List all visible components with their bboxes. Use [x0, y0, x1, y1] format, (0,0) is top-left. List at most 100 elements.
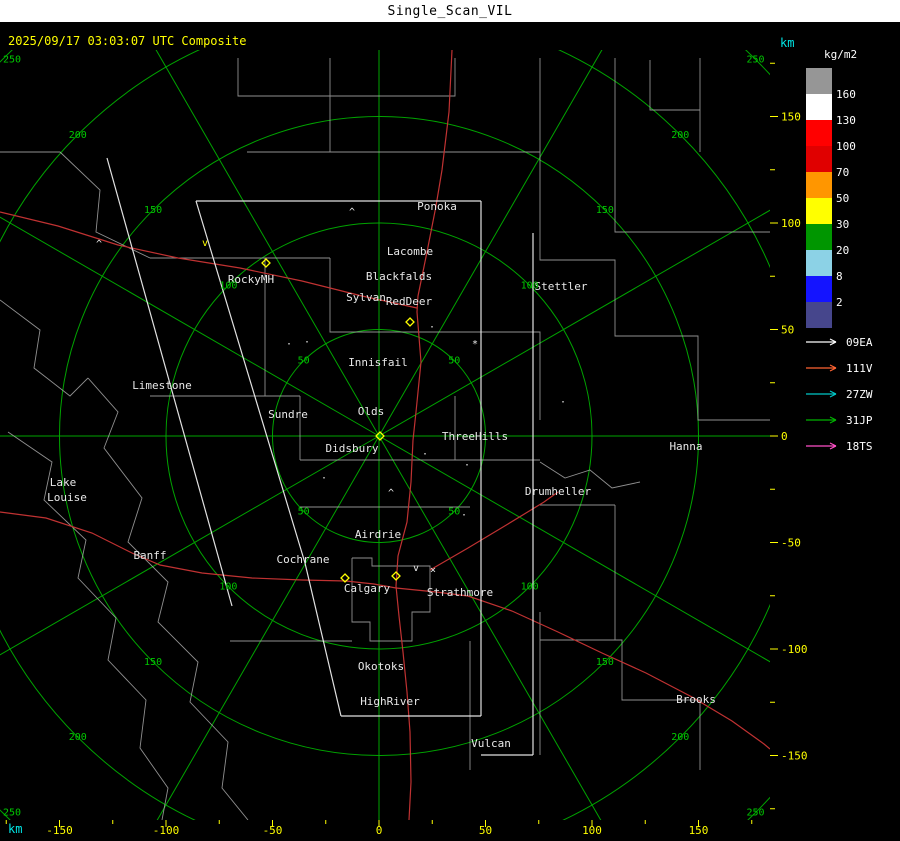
poi-symbol: ·	[321, 473, 327, 484]
radial-line	[378, 435, 602, 820]
ring-distance-label: 100	[521, 280, 539, 291]
ring-distance-label: 100	[219, 582, 237, 593]
site-marker-diamond	[261, 258, 271, 268]
county-boundary	[649, 60, 700, 111]
radial-line	[378, 435, 770, 663]
scale-color-box	[806, 198, 832, 224]
county-boundary	[7, 431, 169, 820]
city-label: Cochrane	[277, 553, 330, 566]
scale-boundary-label: 8	[836, 270, 843, 283]
city-label: ThreeHills	[442, 430, 508, 443]
ring-distance-label: 150	[596, 657, 614, 668]
poi-symbol: ·	[560, 397, 566, 408]
city-label: Drumheller	[525, 485, 592, 498]
city-label: Calgary	[344, 582, 391, 595]
axis-label-right: 100	[781, 217, 801, 230]
city-label: Brooks	[676, 693, 716, 706]
scale-boundary-label: 100	[836, 140, 856, 153]
color-scale-unit: kg/m2	[824, 48, 858, 61]
poi-symbol: ·	[429, 322, 435, 333]
ring-distance-label: 200	[69, 732, 87, 743]
scale-color-box	[806, 224, 832, 250]
ring-distance-label: 150	[144, 657, 162, 668]
range-rings-layer	[0, 50, 770, 820]
ring-distance-label: 50	[448, 506, 460, 517]
poi-symbol: ·	[286, 339, 292, 350]
ring-distance-label: 150	[144, 205, 162, 216]
scale-color-box	[806, 302, 832, 328]
axis-label-bottom: 0	[376, 824, 383, 837]
axis-label-bottom: 150	[689, 824, 709, 837]
ring-distance-label: 250	[3, 54, 21, 65]
axis-label-bottom: 100	[582, 824, 602, 837]
city-label: Vulcan	[471, 737, 511, 750]
city-label: Louise	[47, 491, 87, 504]
city-label: Airdrie	[355, 528, 401, 541]
scale-boundary-label: 70	[836, 166, 849, 179]
scale-boundary-label: 2	[836, 296, 843, 309]
scale-color-box	[806, 146, 832, 172]
city-label: Sylvan	[346, 291, 386, 304]
poi-symbol: ^	[96, 239, 102, 250]
ring-distance-label: 150	[596, 205, 614, 216]
county-boundary	[237, 58, 330, 97]
county-boundary	[0, 299, 89, 397]
city-label: Banff	[133, 549, 166, 562]
city-label: Okotoks	[358, 660, 404, 673]
county-boundary	[0, 151, 151, 259]
radar-legend: 09EA 111V 27ZW 31JP 18TS	[806, 336, 873, 453]
radar-map[interactable]: v ^ ^ * · · · ^ · · · v × · · Ponoka Lacombe Blackfalds Sy…	[0, 0, 900, 841]
legend-label: 18TS	[846, 440, 873, 453]
axis-label-right: -100	[781, 643, 808, 656]
axis-label-bottom: -150	[46, 824, 73, 837]
scale-color-box	[806, 250, 832, 276]
axis-label-right: 0	[781, 430, 788, 443]
city-label: Ponoka	[417, 200, 457, 213]
poi-symbol: v	[413, 563, 419, 574]
ring-distance-label: 250	[747, 808, 765, 819]
ring-distance-label: 50	[298, 506, 310, 517]
ring-distance-label: 200	[671, 732, 689, 743]
poi-symbol: ·	[464, 460, 470, 471]
poi-symbol: ·	[422, 449, 428, 460]
legend-label: 111V	[846, 362, 873, 375]
unit-label-right: km	[780, 36, 795, 50]
axis-label-right: -50	[781, 537, 801, 550]
city-label: Hanna	[669, 440, 702, 453]
county-boundary	[455, 331, 541, 420]
poi-symbol: ×	[430, 565, 436, 576]
radar-window: Single_Scan_VIL v ^ ^ * · · · ^ · · · v × · · Ponoka Lac…	[0, 0, 900, 841]
county-boundary	[330, 58, 456, 97]
ring-distance-label: 250	[747, 54, 765, 65]
city-label: Stettler	[535, 280, 588, 293]
legend-label: 31JP	[846, 414, 873, 427]
city-label: Olds	[358, 405, 385, 418]
markers-layer: v ^ ^ * · · · ^ · · · v × · ·	[96, 207, 566, 583]
highway-line	[395, 587, 770, 750]
axis-label-bottom: -100	[153, 824, 180, 837]
poi-symbol: v	[202, 238, 208, 249]
product-timestamp: 2025/09/17 03:03:07 UTC Composite	[8, 34, 247, 48]
radial-line	[378, 50, 603, 437]
axis-label-right: -150	[781, 750, 808, 763]
axis-label-right: 150	[781, 111, 801, 124]
scale-boundary-label: 30	[836, 218, 849, 231]
ring-distance-label: 200	[69, 130, 87, 141]
city-label: Sundre	[268, 408, 308, 421]
poi-symbol: *	[472, 339, 478, 350]
axis-label-bottom: -50	[263, 824, 283, 837]
city-label: Innisfail	[348, 356, 408, 369]
city-label: HighRiver	[360, 695, 420, 708]
scale-boundary-label: 20	[836, 244, 849, 257]
ring-distance-label: 50	[448, 356, 460, 367]
poi-symbol: ^	[388, 488, 394, 499]
range-ring	[0, 50, 770, 820]
scale-color-box	[806, 276, 832, 302]
ring-distance-label: 200	[671, 130, 689, 141]
axis-label-right: 50	[781, 324, 794, 337]
color-scale: 160 130 100 70 50 30 20 8 2	[806, 68, 856, 328]
scale-color-box	[806, 172, 832, 198]
radial-line	[0, 216, 380, 437]
radial-line	[155, 50, 380, 437]
poi-symbol: ^	[349, 207, 355, 218]
